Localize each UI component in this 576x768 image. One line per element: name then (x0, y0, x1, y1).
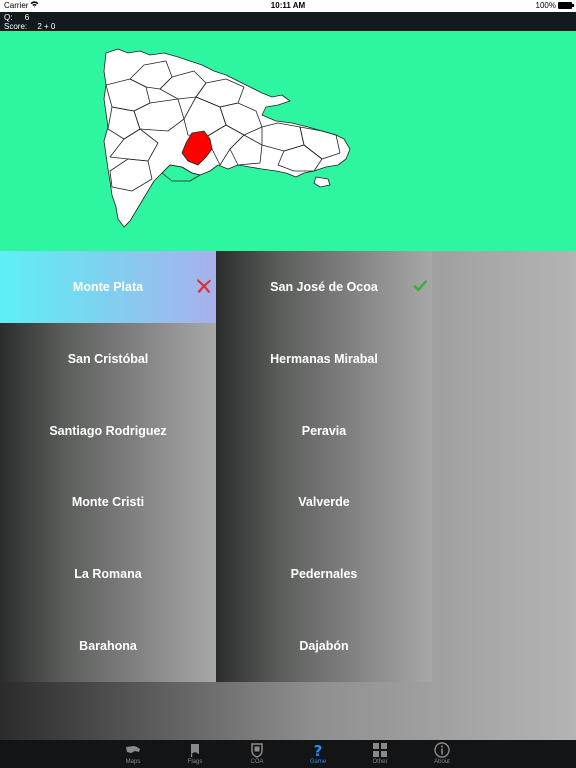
answer-label: San Cristóbal (67, 352, 149, 366)
tab-other[interactable]: Other (360, 740, 400, 768)
answer-label: Dajabón (299, 639, 349, 653)
answer-option[interactable]: Peravia (216, 395, 432, 467)
tab-bar: Maps Flags COA ? Game Other About (0, 740, 576, 768)
province-outlines (103, 48, 351, 228)
score-counter: Score: 2 + 0 (4, 22, 55, 31)
tab-maps[interactable]: Maps (113, 740, 153, 768)
tab-label: Game (309, 759, 327, 765)
tab-about[interactable]: About (422, 740, 462, 768)
tab-label: Flags (187, 759, 203, 765)
info-icon (434, 742, 450, 758)
tab-label: Maps (125, 759, 141, 765)
answer-label: San José de Ocoa (270, 280, 378, 294)
coat-of-arms-icon (249, 742, 265, 758)
answer-label: La Romana (74, 567, 142, 581)
tab-label: About (434, 759, 450, 765)
question-number: 6 (24, 13, 30, 22)
flag-icon (187, 742, 203, 758)
answer-option[interactable]: Monte Cristi (0, 466, 216, 538)
answer-label: Pedernales (290, 567, 358, 581)
battery-icon (558, 2, 574, 9)
answer-option[interactable]: Valverde (216, 466, 432, 538)
question-label: Q: (4, 13, 13, 22)
answers-right-column: San José de Ocoa Hermanas Mirabal Peravi… (216, 251, 432, 682)
score-label: Score: (4, 22, 28, 31)
tab-coa[interactable]: COA (237, 740, 277, 768)
answer-label: Peravia (301, 424, 347, 438)
country-map (103, 48, 351, 228)
correct-check-icon (412, 278, 428, 294)
map-icon (125, 742, 141, 758)
svg-text:?: ? (314, 742, 323, 758)
status-bar: Carrier 10:11 AM 100% (0, 0, 576, 12)
answer-label: Hermanas Mirabal (270, 352, 378, 366)
map-area (0, 31, 576, 251)
tab-label: Other (372, 759, 388, 765)
answer-option[interactable]: Pedernales (216, 538, 432, 610)
answer-option[interactable]: San José de Ocoa (216, 251, 432, 323)
question-icon: ? (310, 742, 326, 760)
score-value: 2 + 0 (37, 22, 56, 31)
answer-option[interactable]: La Romana (0, 538, 216, 610)
question-counter: Q: 6 (4, 13, 29, 22)
quiz-info-bar: Q: 6 Score: 2 + 0 (0, 12, 576, 31)
tab-label: COA (250, 759, 264, 765)
answer-option[interactable]: Hermanas Mirabal (216, 323, 432, 395)
answer-label: Santiago Rodriguez (49, 424, 167, 438)
answer-option[interactable]: Monte Plata (0, 251, 216, 323)
tab-flags[interactable]: Flags (175, 740, 215, 768)
answer-label: Barahona (79, 639, 137, 653)
answer-option[interactable]: Santiago Rodriguez (0, 395, 216, 467)
answer-option[interactable]: San Cristóbal (0, 323, 216, 395)
tab-game[interactable]: ? Game (298, 740, 338, 768)
answers-left-column: Monte Plata San Cristóbal Santiago Rodri… (0, 251, 216, 682)
answer-label: Valverde (298, 495, 350, 509)
answer-label: Monte Plata (72, 280, 144, 294)
clock-time: 10:11 AM (270, 1, 306, 10)
answer-option[interactable]: Dajabón (216, 610, 432, 682)
battery-percent: 100% (535, 1, 556, 10)
answer-label: Monte Cristi (71, 495, 145, 509)
wrong-x-icon (196, 278, 212, 294)
answer-option[interactable]: Barahona (0, 610, 216, 682)
grid-icon (372, 742, 388, 758)
